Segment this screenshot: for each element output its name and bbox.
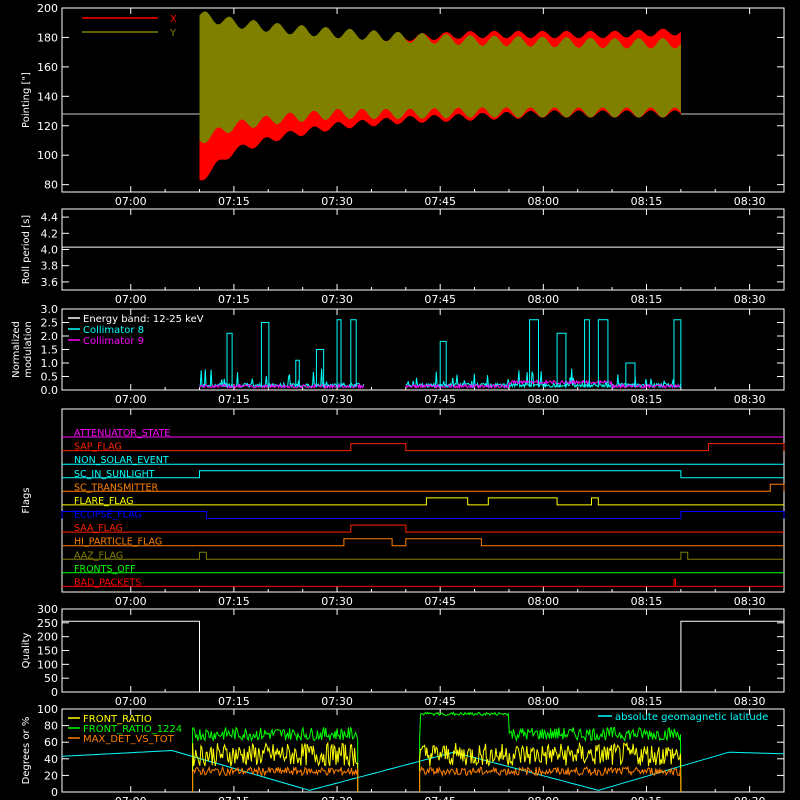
x-tick-label: 07:30 [321, 293, 353, 306]
x-tick-label: 08:15 [631, 393, 663, 406]
y-tick-label: 120 [37, 120, 58, 133]
y-axis-label: Roll period [s] [21, 215, 32, 284]
y-axis-label: Pointing ["] [21, 72, 32, 128]
x-tick-label: 07:30 [321, 393, 353, 406]
x-tick-label: 07:00 [115, 695, 147, 708]
y-tick-label: 200 [37, 2, 58, 15]
y-tick-label: 3.6 [41, 276, 59, 289]
y-tick-label: 4.0 [41, 244, 59, 257]
y-tick-label: 160 [37, 61, 58, 74]
x-tick-label: 07:15 [218, 695, 250, 708]
x-tick-label: 07:00 [115, 195, 147, 208]
y-tick-label: 50 [44, 672, 58, 685]
y-tick-label: 3.8 [41, 260, 59, 273]
y-tick-label: 4.4 [41, 211, 59, 224]
legend-label: Collimator 8 [83, 325, 144, 336]
y-tick-label: 40 [44, 753, 58, 766]
x-tick-label: 07:45 [424, 595, 456, 608]
x-tick-label: 07:00 [115, 595, 147, 608]
y-tick-label: 140 [37, 90, 58, 103]
x-tick-label: 08:15 [631, 595, 663, 608]
legend-label: X [170, 14, 177, 25]
y-axis-label: Normalizedmodulation [11, 321, 34, 378]
y-tick-label: 100 [37, 658, 58, 671]
y-axis-label: Quality [21, 633, 32, 669]
y-tick-label: 0.5 [41, 371, 59, 384]
x-tick-label: 07:15 [218, 195, 250, 208]
x-tick-label: 08:00 [527, 695, 559, 708]
x-tick-label: 07:00 [115, 795, 147, 800]
x-tick-label: 08:30 [734, 195, 766, 208]
y-tick-label: 250 [37, 617, 58, 630]
x-tick-label: 07:30 [321, 695, 353, 708]
x-tick-label: 08:00 [527, 795, 559, 800]
y-tick-label: 0 [51, 786, 58, 799]
y-tick-label: 60 [44, 736, 58, 749]
x-tick-label: 07:30 [321, 195, 353, 208]
y-tick-label: 0.0 [41, 384, 59, 397]
y-tick-label: 2.5 [41, 317, 59, 330]
latitude-annotation: absolute geomagnetic latitude [615, 712, 768, 723]
x-tick-label: 07:00 [115, 293, 147, 306]
y-tick-label: 1.5 [41, 344, 59, 357]
x-tick-label: 07:15 [218, 595, 250, 608]
x-tick-label: 08:30 [734, 695, 766, 708]
rhessi-quicklook-chart: 07:00 07:15 07:30 07:45 08:00 08:15 08:30 80 100… [0, 0, 800, 800]
x-tick-label: 07:45 [424, 393, 456, 406]
y-tick-label: 100 [37, 149, 58, 162]
x-tick-label: 07:30 [321, 595, 353, 608]
x-tick-label: 08:15 [631, 293, 663, 306]
y-tick-label: 0 [51, 686, 58, 699]
y-tick-label: 150 [37, 645, 58, 658]
y-tick-label: 3.0 [41, 303, 59, 316]
y-tick-label: 300 [37, 603, 58, 616]
legend-label: Y [169, 28, 177, 39]
y-tick-label: 20 [44, 769, 58, 782]
x-tick-label: 08:30 [734, 293, 766, 306]
x-tick-label: 08:15 [631, 695, 663, 708]
x-tick-label: 07:15 [218, 393, 250, 406]
x-tick-label: 07:15 [218, 795, 250, 800]
x-tick-label: 08:00 [527, 393, 559, 406]
x-tick-label: 07:45 [424, 695, 456, 708]
y-axis-label: Flags [21, 487, 32, 513]
legend-label: Collimator 9 [83, 336, 144, 347]
x-tick-label: 08:30 [734, 595, 766, 608]
y-axis-label-line: Normalized [11, 321, 22, 378]
y-tick-label: 4.2 [41, 227, 59, 240]
y-tick-label: 1.0 [41, 357, 59, 370]
x-tick-label: 08:00 [527, 195, 559, 208]
y-axis-label-line: modulation [23, 321, 34, 378]
x-tick-label: 08:00 [527, 293, 559, 306]
y-tick-label: 80 [44, 720, 58, 733]
x-tick-label: 08:30 [734, 393, 766, 406]
y-axis-label: Degrees or % [21, 717, 32, 785]
legend-label: MAX_DET_VS_TOT [83, 734, 175, 745]
x-tick-label: 08:15 [631, 795, 663, 800]
legend-label: Energy band: 12-25 keV [83, 314, 204, 325]
y-tick-label: 100 [37, 703, 58, 716]
y-tick-label: 2.0 [41, 330, 59, 343]
y-tick-label: 80 [44, 179, 58, 192]
x-tick-label: 07:00 [115, 393, 147, 406]
x-tick-label: 07:45 [424, 293, 456, 306]
y-tick-label: 200 [37, 631, 58, 644]
x-tick-label: 07:45 [424, 795, 456, 800]
x-tick-label: 07:45 [424, 195, 456, 208]
x-tick-label: 07:30 [321, 795, 353, 800]
y-tick-label: 180 [37, 31, 58, 44]
x-tick-label: 07:15 [218, 293, 250, 306]
x-tick-label: 08:15 [631, 195, 663, 208]
x-tick-label: 08:30 [734, 795, 766, 800]
x-tick-label: 08:00 [527, 595, 559, 608]
